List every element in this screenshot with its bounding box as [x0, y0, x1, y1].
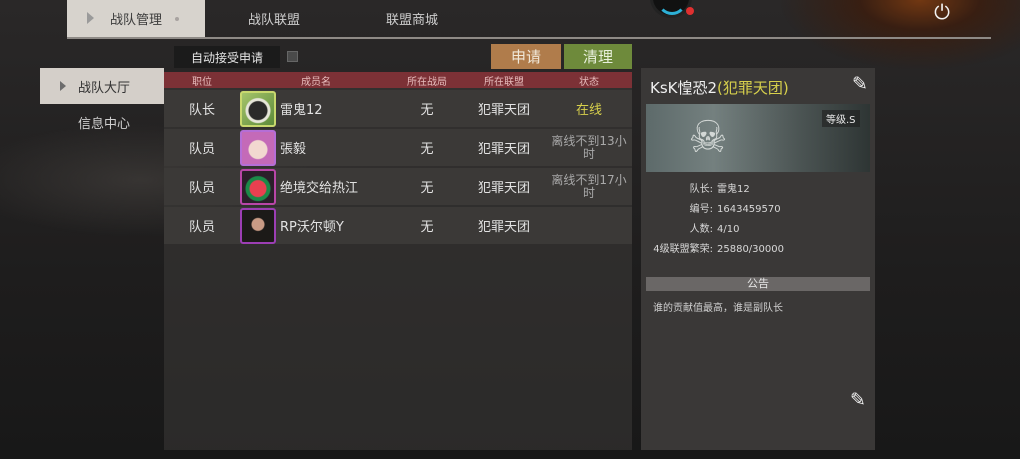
cell-status: 离线不到13小时	[551, 133, 627, 161]
edit-icon[interactable]: ✎	[849, 73, 871, 95]
cell-status: 在线	[575, 103, 602, 118]
cell-alliance: 犯罪天团	[477, 181, 530, 196]
cell-match: 无	[420, 142, 434, 157]
apply-button[interactable]: 申请	[491, 44, 561, 69]
info-key: 队长:	[689, 184, 713, 195]
cell-role: 队员	[188, 142, 215, 157]
table-row[interactable]: 队员 绝境交给热江 无 犯罪天团 离线不到17小时	[164, 168, 632, 205]
avatar[interactable]	[240, 129, 276, 166]
tab-team-alliance[interactable]: 战队联盟	[205, 0, 343, 37]
team-title: KsK惶恐2(犯罪天团)	[650, 77, 789, 98]
info-leader: 队长: 雷鬼12	[641, 182, 875, 198]
dial-ring	[657, 0, 687, 15]
cell-name: 雷鬼12	[240, 90, 392, 127]
table-row[interactable]: 队员 RP沃尔顿Y 无 犯罪天团	[164, 207, 632, 244]
info-prosperity: 4级联盟繁荣: 25880/30000	[641, 242, 875, 258]
header-alliance: 所在联盟	[484, 76, 524, 88]
cell-name: RP沃尔顿Y	[240, 207, 392, 244]
clear-button[interactable]: 清理	[564, 44, 632, 69]
table-header: 职位 成员名 所在战局 所在联盟 状态	[164, 72, 632, 88]
member-table: 职位 成员名 所在战局 所在联盟 状态 队长 雷鬼12 无 犯罪天团 在线 队员…	[164, 72, 632, 450]
tab-arrow-icon	[87, 12, 94, 24]
sidebar-arrow-icon	[60, 81, 66, 91]
skull-emblem-icon: ☠	[688, 112, 728, 163]
tab-label: 战队管理	[109, 13, 162, 28]
info-key: 4级联盟繁荣:	[653, 244, 713, 255]
header-role: 职位	[192, 76, 212, 88]
tab-label: 联盟商城	[385, 13, 438, 28]
notice-title: 公告	[646, 277, 870, 291]
team-info-panel: KsK惶恐2(犯罪天团) ✎ ☠ 等级.S 队长: 雷鬼12 编号: 16434…	[641, 68, 875, 450]
table-row[interactable]: 队长 雷鬼12 无 犯罪天团 在线	[164, 90, 632, 127]
cell-role: 队员	[188, 220, 215, 235]
auto-accept-label: 自动接受申请	[174, 46, 280, 68]
info-value: 1643459570	[717, 204, 781, 215]
tab-divider	[67, 37, 991, 39]
avatar[interactable]	[240, 168, 276, 205]
sidebar: 战队大厅 信息中心	[40, 68, 164, 140]
team-alliance-tag: (犯罪天团)	[717, 79, 789, 97]
cell-match: 无	[420, 103, 434, 118]
sidebar-item-label: 战队大厅	[78, 80, 131, 96]
game-screen: 战队管理 战队联盟 联盟商城 ⏻ 战队大厅 信息中心 自动接受申请 申请 清理 …	[0, 0, 1020, 459]
cell-role: 队长	[188, 103, 215, 118]
info-key: 人数:	[689, 224, 713, 235]
info-members: 人数: 4/10	[641, 222, 875, 238]
tab-dot-icon	[175, 17, 179, 21]
cell-alliance: 犯罪天团	[477, 220, 530, 235]
header-status: 状态	[579, 76, 599, 88]
team-name: KsK惶恐2	[650, 79, 718, 97]
cell-status: 离线不到17小时	[551, 172, 627, 200]
member-name: 雷鬼12	[280, 103, 323, 118]
member-name: 绝境交给热江	[280, 181, 359, 196]
info-value: 4/10	[717, 224, 740, 235]
cell-name: 張毅	[240, 129, 392, 166]
member-name: RP沃尔顿Y	[280, 220, 344, 235]
header-name: 成员名	[301, 76, 331, 88]
header-match: 所在战局	[407, 76, 447, 88]
tab-alliance-shop[interactable]: 联盟商城	[343, 0, 481, 37]
cell-alliance: 犯罪天团	[477, 103, 530, 118]
avatar[interactable]	[240, 90, 276, 127]
info-key: 编号:	[689, 204, 713, 215]
notice-text: 谁的贡献值最高，谁是副队长	[653, 303, 783, 314]
cell-role: 队员	[188, 181, 215, 196]
sidebar-item-label: 信息中心	[78, 116, 131, 132]
info-id: 编号: 1643459570	[641, 202, 875, 218]
table-row[interactable]: 队员 張毅 无 犯罪天团 离线不到13小时	[164, 129, 632, 166]
tab-team-management[interactable]: 战队管理	[67, 0, 205, 37]
notification-dot	[686, 7, 694, 15]
info-value: 25880/30000	[717, 244, 784, 255]
power-icon[interactable]: ⏻	[928, 0, 956, 24]
cell-alliance: 犯罪天团	[477, 142, 530, 157]
sidebar-item-info-center[interactable]: 信息中心	[40, 104, 164, 140]
avatar[interactable]	[240, 207, 276, 244]
tab-label: 战队联盟	[247, 13, 300, 28]
auto-accept-checkbox[interactable]	[287, 51, 298, 62]
member-name: 張毅	[280, 142, 307, 157]
cell-match: 无	[420, 220, 434, 235]
info-value: 雷鬼12	[717, 184, 750, 195]
edit-icon[interactable]: ✎	[846, 388, 870, 412]
cell-name: 绝境交给热江	[240, 168, 392, 205]
cell-match: 无	[420, 181, 434, 196]
sidebar-item-team-hall[interactable]: 战队大厅	[40, 68, 164, 104]
team-banner: ☠ 等级.S	[646, 104, 870, 172]
team-rank-badge: 等级.S	[822, 110, 860, 127]
top-tabs: 战队管理 战队联盟 联盟商城	[67, 0, 481, 37]
